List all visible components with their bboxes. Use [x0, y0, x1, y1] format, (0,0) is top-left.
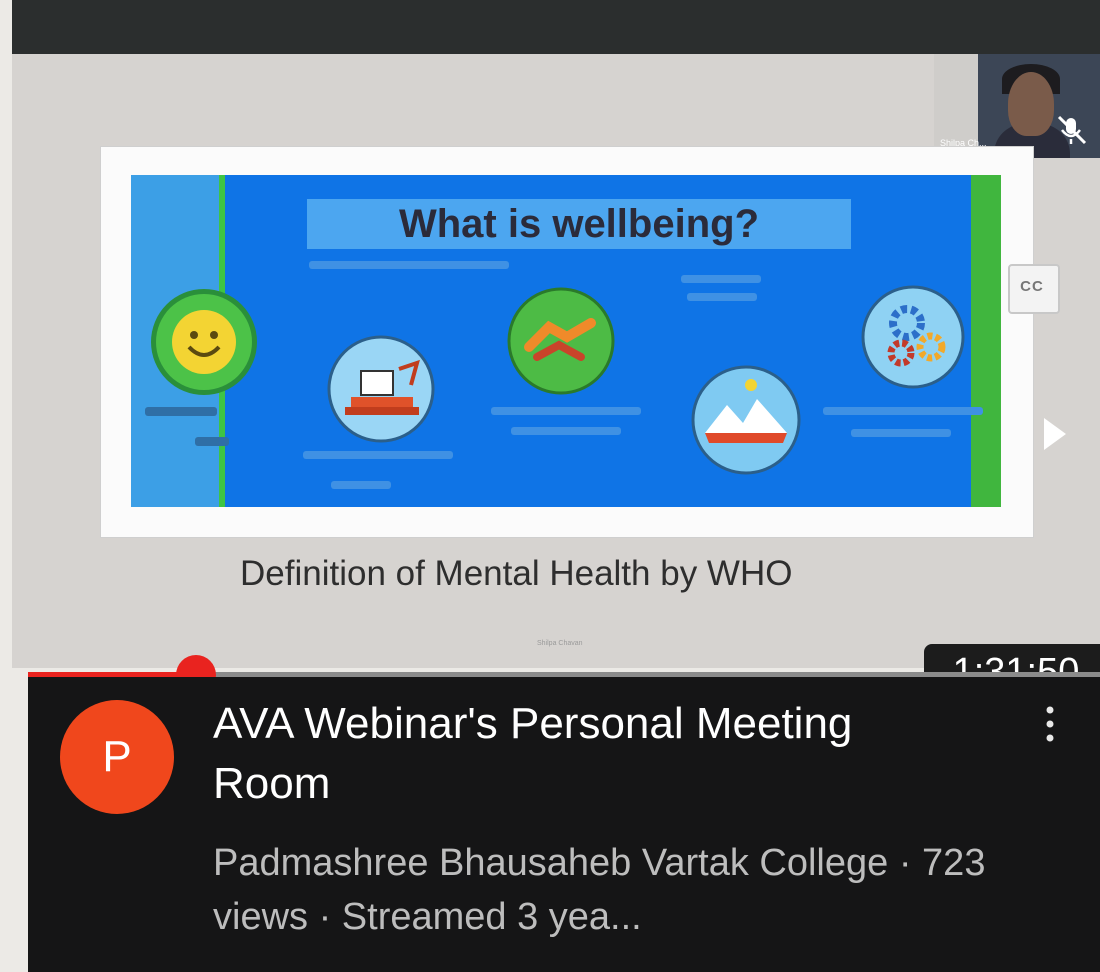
participant-video-thumbnail[interactable]: Shilpa Ch... [934, 54, 1100, 158]
channel-avatar[interactable]: P [60, 700, 174, 814]
slide-faint-text [681, 275, 761, 283]
cc-label: CC [1020, 278, 1044, 295]
more-options-icon[interactable] [1034, 702, 1066, 746]
slide-right-stripe [971, 175, 1001, 507]
closed-captions-button[interactable]: CC [1008, 264, 1060, 314]
video-card[interactable]: Shilpa Ch... What is wellbeing? CC Defin… [0, 0, 1100, 972]
slide-faint-text [309, 261, 509, 269]
slide-faint-text [303, 451, 453, 459]
slide-faint-text [823, 407, 983, 415]
slide-faint-text [331, 481, 391, 489]
slide-faint-text [851, 429, 951, 437]
mountain-icon [691, 365, 801, 475]
slide-faint-text [491, 407, 641, 415]
presenter-watermark: Shilpa Chavan [537, 640, 583, 647]
slide-faint-text [145, 407, 217, 416]
participant-face [1008, 72, 1054, 136]
video-meta: Padmashree Bhausaheb Vartak College · 72… [213, 842, 986, 938]
top-bar [12, 0, 1100, 54]
slide-title: What is wellbeing? [398, 202, 760, 246]
gears-icon [861, 285, 965, 389]
slide-caption: Definition of Mental Health by WHO [240, 554, 793, 593]
slide-card: What is wellbeing? [100, 146, 1034, 538]
slide-faint-text [687, 293, 757, 301]
handshake-icon [507, 287, 615, 395]
slide-title-box: What is wellbeing? [307, 199, 851, 249]
play-arrow-icon[interactable] [1042, 414, 1068, 454]
presentation-slide: What is wellbeing? [131, 175, 1001, 507]
laptop-work-icon [327, 335, 435, 443]
mic-off-icon [1057, 115, 1087, 145]
smiley-face-icon [151, 289, 257, 395]
video-title[interactable]: AVA Webinar's Personal Meeting Room [213, 694, 973, 814]
slide-faint-text [511, 427, 621, 435]
slide-faint-text [195, 437, 229, 446]
video-player[interactable]: Shilpa Ch... What is wellbeing? CC Defin… [12, 54, 1100, 700]
